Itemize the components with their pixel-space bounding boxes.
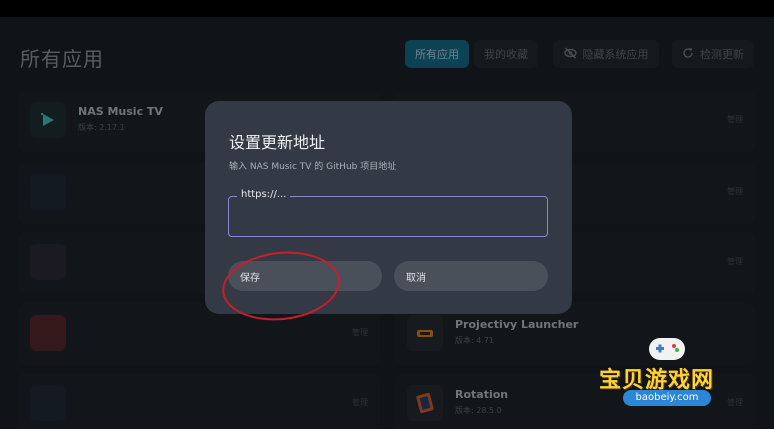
watermark: 宝贝游戏网 baobeiy.com xyxy=(597,338,743,410)
dialog-subtitle: 输入 NAS Music TV 的 GitHub 项目地址 xyxy=(229,162,397,172)
cancel-button[interactable]: 取消 xyxy=(394,261,548,291)
github-url-field[interactable]: https://... xyxy=(228,189,548,237)
gamepad-icon xyxy=(649,338,685,360)
github-url-field-label: https://... xyxy=(237,189,291,200)
dialog-title: 设置更新地址 xyxy=(229,133,326,152)
watermark-url: baobeiy.com xyxy=(623,390,711,406)
github-url-input[interactable] xyxy=(229,197,547,236)
top-black-band xyxy=(0,0,774,17)
